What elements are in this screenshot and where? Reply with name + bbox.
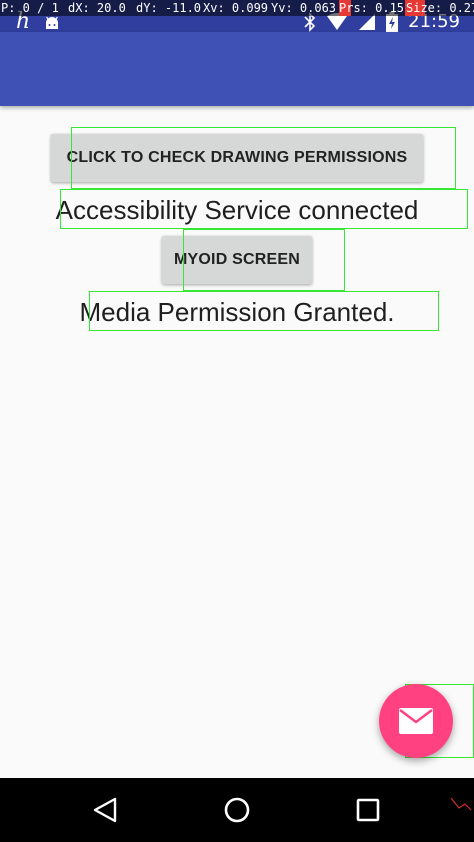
- recents-icon: [356, 798, 380, 822]
- home-icon: [224, 797, 250, 823]
- accessibility-status-text: Accessibility Service connected: [55, 195, 419, 225]
- pointer-location-overlay: P: 0 / 1 dX: 20.0 dY: -11.0 Xv: 0.099 Yv…: [0, 0, 474, 16]
- email-icon: [399, 708, 433, 734]
- nav-recents-button[interactable]: [348, 790, 388, 830]
- myoid-screen-button[interactable]: MYOID SCREEN: [162, 236, 312, 284]
- nav-back-button[interactable]: [85, 790, 125, 830]
- touch-trace-mark: [450, 797, 472, 811]
- overlay-yv: Yv: 0.063: [271, 1, 337, 15]
- media-permission-status-text: Media Permission Granted.: [79, 297, 395, 327]
- overlay-pressure: Prs: 0.15: [339, 1, 405, 15]
- navigation-bar: [0, 778, 474, 842]
- back-icon: [93, 797, 117, 823]
- overlay-xv: Xv: 0.099: [203, 1, 269, 15]
- overlay-dy: dY: -11.0: [136, 1, 202, 15]
- check-drawing-permissions-button[interactable]: CLICK TO CHECK DRAWING PERMISSIONS: [51, 134, 423, 182]
- app-bar: [0, 32, 474, 106]
- overlay-pointer-count: P: 0 / 1: [1, 1, 59, 15]
- nav-home-button[interactable]: [217, 790, 257, 830]
- overlay-dx: dX: 20.0: [68, 1, 126, 15]
- android-icon: [46, 16, 59, 29]
- overlay-size: Size: 0.27: [406, 1, 474, 15]
- email-fab-button[interactable]: [379, 684, 453, 758]
